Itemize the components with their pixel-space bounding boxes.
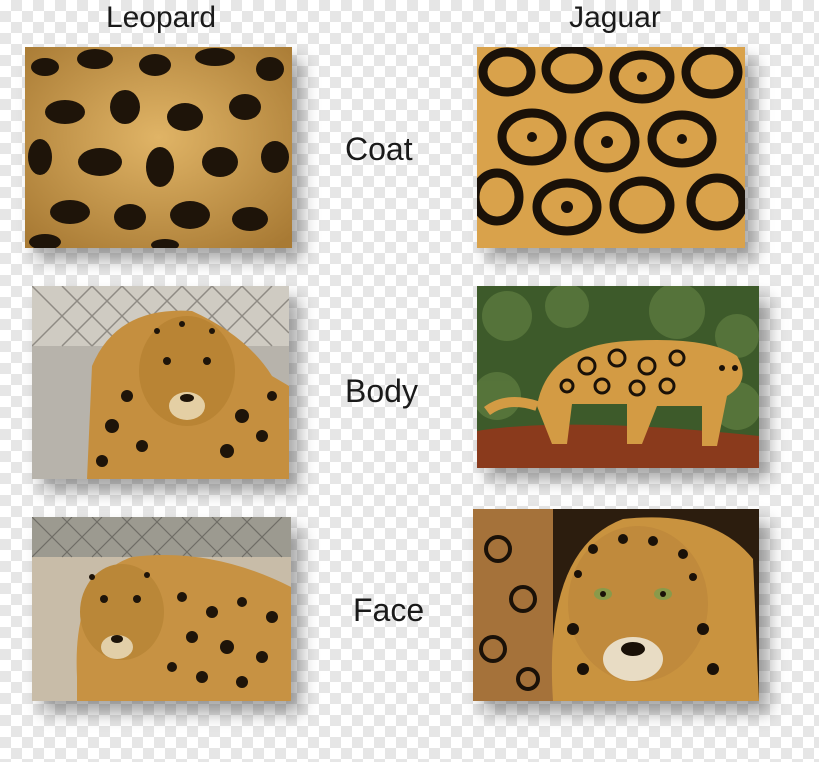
jaguar-face-photo	[473, 509, 759, 701]
leopard-column-title: Leopard	[105, 1, 217, 34]
row-label-face: Face	[353, 592, 425, 628]
leopard-coat-photo	[25, 47, 292, 248]
leopard-body-photo	[32, 286, 289, 479]
jaguar-body-photo	[477, 286, 759, 468]
jaguar-coat-photo	[477, 47, 745, 248]
row-label-body: Body	[345, 373, 418, 409]
leopard-face-photo	[32, 517, 291, 701]
jaguar-column-title: Jaguar	[569, 1, 661, 34]
row-label-coat: Coat	[345, 131, 413, 167]
